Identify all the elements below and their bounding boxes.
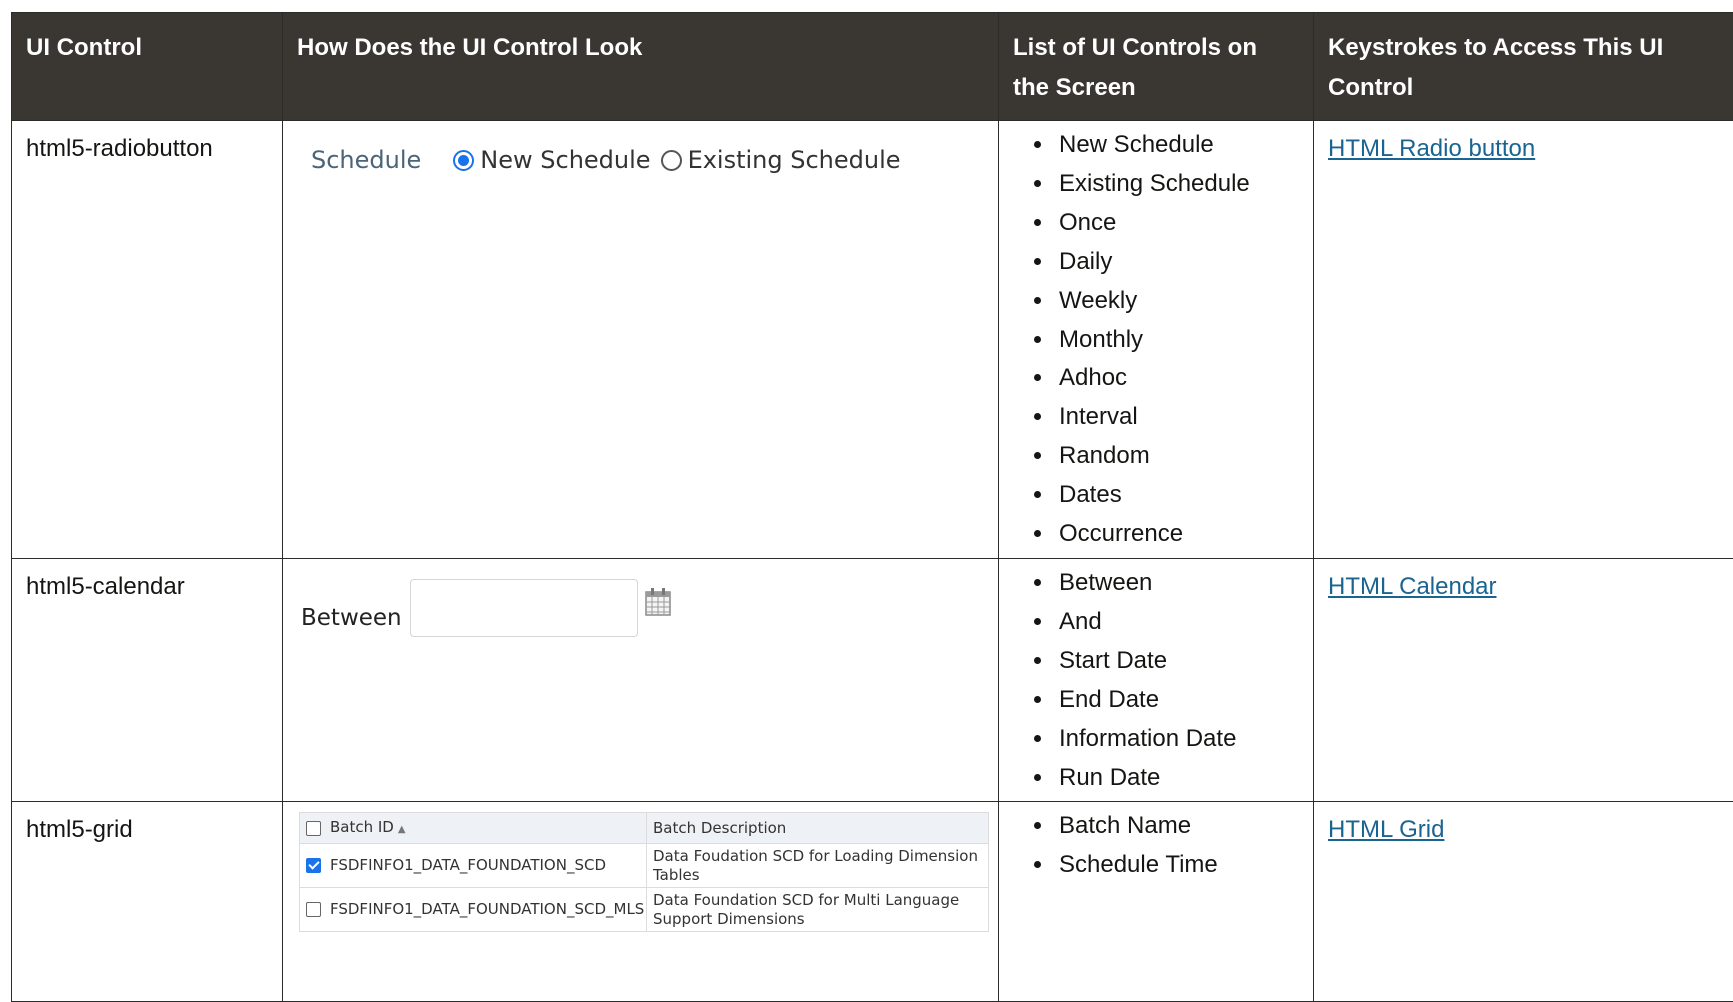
header-list: List of UI Controls on the Screen: [999, 13, 1314, 121]
grid-checkbox-cell: [300, 888, 325, 932]
list-item: Batch Name: [1055, 807, 1299, 846]
column-label: Batch ID: [330, 818, 394, 836]
select-all-checkbox[interactable]: [306, 821, 321, 836]
grid-cell-batch-description: Data Foundation SCD for Multi Language S…: [647, 888, 989, 932]
list-item: Between: [1055, 564, 1299, 603]
control-list-cell: Between And Start Date End Date Informat…: [999, 558, 1314, 801]
control-look-cell: Batch ID ▲ Batch Description FSDFINFO1_DA…: [283, 802, 999, 1002]
control-look-cell: Between: [283, 558, 999, 801]
radio-button-link[interactable]: HTML Radio button: [1328, 135, 1535, 162]
list-item: End Date: [1055, 681, 1299, 720]
grid-row[interactable]: FSDFINFO1_DATA_FOUNDATION_SCD Data Fouda…: [300, 844, 989, 888]
radio-label: New Schedule: [480, 141, 650, 179]
control-name: html5-grid: [12, 802, 283, 1002]
grid-checkbox-cell: [300, 844, 325, 888]
batch-grid: Batch ID ▲ Batch Description FSDFINFO1_DA…: [299, 812, 989, 932]
header-look: How Does the UI Control Look: [283, 13, 999, 121]
grid-header-batch-description[interactable]: Batch Description: [647, 813, 989, 844]
list-item: Occurrence: [1055, 515, 1299, 554]
list-item: Random: [1055, 437, 1299, 476]
calendar-icon[interactable]: [644, 587, 672, 629]
list-item: Adhoc: [1055, 359, 1299, 398]
grid-header-row: Batch ID ▲ Batch Description: [300, 813, 989, 844]
list-item: Interval: [1055, 398, 1299, 437]
radio-unchecked-icon[interactable]: [661, 150, 682, 171]
list-item: New Schedule: [1055, 126, 1299, 165]
control-list: Between And Start Date End Date Informat…: [1013, 559, 1299, 801]
list-item: Weekly: [1055, 282, 1299, 321]
list-item: And: [1055, 603, 1299, 642]
control-list-cell: Batch Name Schedule Time: [999, 802, 1314, 1002]
list-item: Start Date: [1055, 642, 1299, 681]
radio-checked-icon[interactable]: [453, 150, 474, 171]
keystroke-cell: HTML Radio button: [1314, 121, 1733, 559]
control-name: html5-calendar: [12, 558, 283, 801]
calendar-sample: Between: [301, 579, 672, 637]
table-row-radiobutton: html5-radiobutton Schedule New Schedule …: [12, 121, 1733, 559]
radio-label: Existing Schedule: [688, 141, 901, 179]
date-input[interactable]: [410, 579, 638, 637]
grid-cell-batch-id: FSDFINFO1_DATA_FOUNDATION_SCD_MLS: [324, 888, 647, 932]
ui-controls-table: UI Control How Does the UI Control Look …: [11, 12, 1733, 1002]
list-item: Monthly: [1055, 321, 1299, 360]
grid-cell-batch-description: Data Foudation SCD for Loading Dimension…: [647, 844, 989, 888]
grid-header-checkbox-cell: [300, 813, 325, 844]
table-row-grid: html5-grid Batch ID ▲ Batch Description: [12, 802, 1733, 1002]
header-keystrokes: Keystrokes to Access This UI Control: [1314, 13, 1733, 121]
grid-header-batch-id[interactable]: Batch ID ▲: [324, 813, 647, 844]
control-name: html5-radiobutton: [12, 121, 283, 559]
list-item: Schedule Time: [1055, 846, 1299, 885]
schedule-label: Schedule: [311, 141, 421, 179]
control-list: Batch Name Schedule Time: [1013, 802, 1299, 889]
row-checkbox-checked[interactable]: [306, 858, 321, 873]
table-row-calendar: html5-calendar Between: [12, 558, 1733, 801]
grid-cell-batch-id: FSDFINFO1_DATA_FOUNDATION_SCD: [324, 844, 647, 888]
keystroke-cell: HTML Calendar: [1314, 558, 1733, 801]
sort-ascending-icon[interactable]: ▲: [398, 824, 406, 835]
grid-row[interactable]: FSDFINFO1_DATA_FOUNDATION_SCD_MLS Data F…: [300, 888, 989, 932]
control-list: New Schedule Existing Schedule Once Dail…: [1013, 121, 1299, 558]
keystroke-cell: HTML Grid: [1314, 802, 1733, 1002]
list-item: Run Date: [1055, 759, 1299, 798]
list-item: Dates: [1055, 476, 1299, 515]
row-checkbox[interactable]: [306, 902, 321, 917]
table-header-row: UI Control How Does the UI Control Look …: [12, 13, 1733, 121]
between-label: Between: [301, 599, 402, 637]
radio-new-schedule[interactable]: New Schedule: [453, 141, 650, 179]
grid-link[interactable]: HTML Grid: [1328, 816, 1444, 843]
calendar-link[interactable]: HTML Calendar: [1328, 573, 1497, 600]
list-item: Existing Schedule: [1055, 165, 1299, 204]
control-list-cell: New Schedule Existing Schedule Once Dail…: [999, 121, 1314, 559]
list-item: Information Date: [1055, 720, 1299, 759]
schedule-radio-group: Schedule New Schedule Existing Schedule: [311, 141, 911, 179]
list-item: Daily: [1055, 243, 1299, 282]
list-item: Once: [1055, 204, 1299, 243]
header-ui-control: UI Control: [12, 13, 283, 121]
control-look-cell: Schedule New Schedule Existing Schedule: [283, 121, 999, 559]
radio-existing-schedule[interactable]: Existing Schedule: [661, 141, 901, 179]
